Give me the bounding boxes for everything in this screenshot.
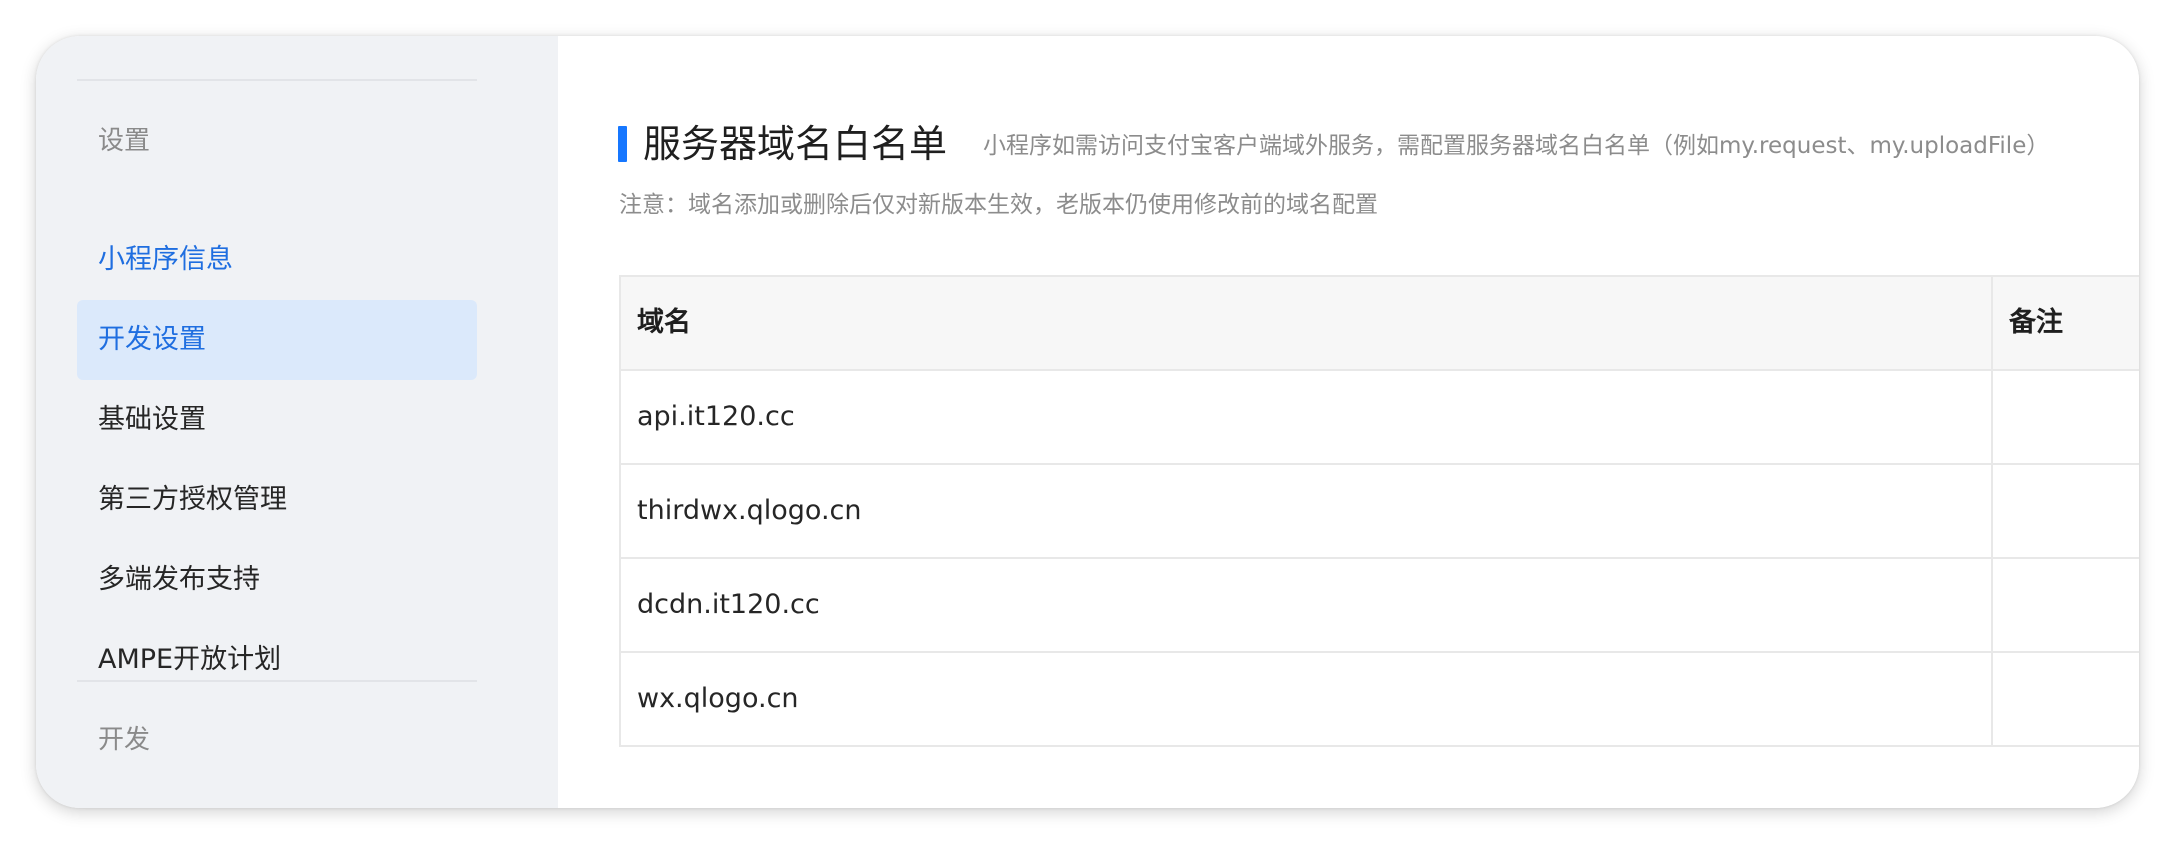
note-cell (1993, 465, 2139, 557)
page-subtitle: 小程序如需访问支付宝客户端域外服务，需配置服务器域名白名单（例如my.reque… (983, 133, 2050, 159)
sidebar-section-dev: 开发 (98, 725, 151, 755)
title-accent-bar (618, 126, 627, 162)
column-header-domain: 域名 (621, 277, 1993, 369)
domain-cell: wx.qlogo.cn (621, 653, 1993, 745)
table-row: thirdwx.qlogo.cn (621, 465, 2139, 559)
sidebar-section-settings: 设置 (98, 126, 151, 156)
table-row: wx.qlogo.cn (621, 653, 2139, 747)
sidebar-item-dev-settings[interactable]: 开发设置 (77, 300, 477, 380)
domain-cell: thirdwx.qlogo.cn (621, 465, 1993, 557)
domain-cell: dcdn.it120.cc (621, 559, 1993, 651)
sidebar-item-miniprogram-info[interactable]: 小程序信息 (77, 220, 477, 300)
notice-text: 注意：域名添加或删除后仅对新版本生效，老版本仍使用修改前的域名配置 (619, 192, 1378, 218)
main-content: 服务器域名白名单 小程序如需访问支付宝客户端域外服务，需配置服务器域名白名单（例… (558, 36, 2139, 808)
note-cell (1993, 653, 2139, 745)
domain-cell: api.it120.cc (621, 371, 1993, 463)
sidebar-item-ampe-plan[interactable]: AMPE开放计划 (77, 620, 477, 700)
sidebar-divider-top (77, 79, 477, 81)
note-cell (1993, 371, 2139, 463)
sidebar: 设置 小程序信息 开发设置 基础设置 第三方授权管理 多端发布支持 AMPE开放… (36, 36, 558, 808)
table-row: api.it120.cc (621, 371, 2139, 465)
domain-whitelist-table: 域名 备注 api.it120.cc thirdwx.qlogo.cn dcdn… (619, 275, 2139, 747)
sidebar-item-basic-settings[interactable]: 基础设置 (77, 380, 477, 460)
sidebar-item-multi-platform[interactable]: 多端发布支持 (77, 540, 477, 620)
table-header-row: 域名 备注 (621, 277, 2139, 371)
note-cell (1993, 559, 2139, 651)
column-header-note: 备注 (2009, 307, 2063, 338)
app-window: 设置 小程序信息 开发设置 基础设置 第三方授权管理 多端发布支持 AMPE开放… (36, 36, 2139, 808)
sidebar-divider-bottom (77, 680, 477, 682)
page-title: 服务器域名白名单 (643, 122, 948, 166)
table-row: dcdn.it120.cc (621, 559, 2139, 653)
sidebar-item-third-party-auth[interactable]: 第三方授权管理 (77, 460, 477, 540)
